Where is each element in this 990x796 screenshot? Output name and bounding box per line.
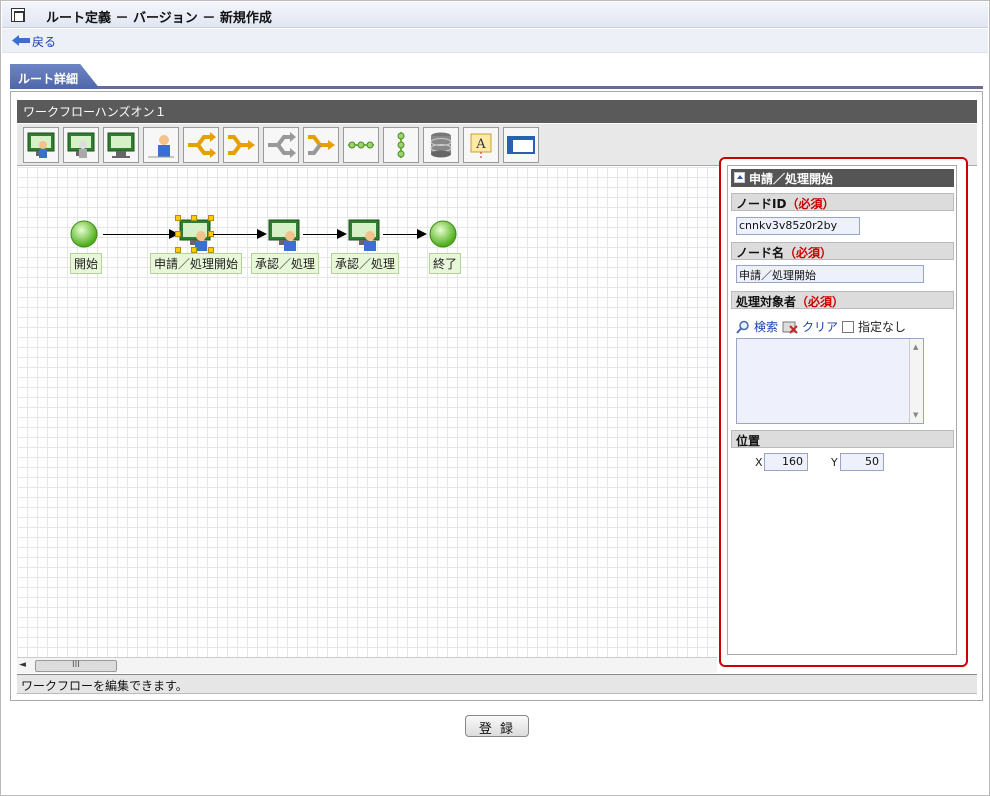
approve-node-2-label: 承認／処理 bbox=[331, 253, 400, 274]
workflow-canvas[interactable]: 開始 申請／処理開始 承認／処理 承認／処理 終了 bbox=[17, 167, 717, 657]
unspecified-checkbox[interactable] bbox=[842, 320, 855, 333]
node-properties-panel: 申請／処理開始 ノードID（必須） cnnkv3v85z0r2by ノード名（必… bbox=[719, 157, 968, 667]
node-name-field[interactable]: 申請／処理開始 bbox=[736, 265, 924, 283]
page-title: ルート定義 － バージョン － 新規作成 bbox=[46, 11, 272, 26]
properties-inner: 申請／処理開始 ノードID（必須） cnnkv3v85z0r2by ノード名（必… bbox=[727, 165, 957, 655]
approve-node-1[interactable] bbox=[268, 219, 300, 254]
back-arrow-icon[interactable] bbox=[12, 35, 32, 46]
required-mark: （必須） bbox=[796, 295, 845, 309]
start-node[interactable] bbox=[69, 219, 99, 252]
start-node-label: 開始 bbox=[70, 253, 103, 274]
parallel-icon[interactable] bbox=[383, 127, 419, 163]
sequence-icon[interactable] bbox=[343, 127, 379, 163]
required-mark: （必須） bbox=[786, 197, 835, 211]
position-header: 位置 bbox=[731, 430, 954, 448]
text-annotation-icon[interactable]: A bbox=[463, 127, 499, 163]
target-label: 処理対象者 bbox=[736, 295, 797, 309]
window-frame: ルート定義 － バージョン － 新規作成 戻る ルート詳細 ワークフローハンズオ… bbox=[0, 0, 990, 796]
svg-text:A: A bbox=[475, 137, 486, 152]
required-mark: （必須） bbox=[784, 246, 833, 260]
tab-strip: ルート詳細 bbox=[10, 64, 983, 89]
node-name-header: ノード名（必須） bbox=[731, 242, 954, 260]
node-id-header: ノードID（必須） bbox=[731, 193, 954, 211]
search-icon bbox=[736, 320, 749, 334]
route-detail-panel: ワークフローハンズオン１ A 開始 申請／処理開始 承認／処理 承認／処理 終了… bbox=[10, 91, 983, 701]
selection-handle[interactable] bbox=[191, 215, 197, 221]
position-label: 位置 bbox=[736, 434, 761, 448]
scroll-left-icon[interactable]: ◄ bbox=[19, 660, 26, 670]
branch-end-icon[interactable] bbox=[223, 127, 259, 163]
selection-handle[interactable] bbox=[208, 215, 214, 221]
x-label: X bbox=[755, 456, 763, 469]
node-id-field[interactable]: cnnkv3v85z0r2by bbox=[736, 217, 860, 235]
selection-handle[interactable] bbox=[175, 215, 181, 221]
y-field[interactable]: 50 bbox=[840, 453, 884, 471]
node-name-label: ノード名 bbox=[736, 246, 785, 260]
role-node-icon[interactable] bbox=[63, 127, 99, 163]
target-list[interactable]: ▲ ▼ bbox=[736, 338, 924, 424]
system-node-icon[interactable] bbox=[103, 127, 139, 163]
unspecified-label: 指定なし bbox=[858, 320, 907, 334]
collapse-icon[interactable] bbox=[734, 172, 745, 183]
target-list-scrollbar[interactable]: ▲ ▼ bbox=[909, 339, 923, 423]
target-header: 処理対象者（必須） bbox=[731, 291, 954, 309]
properties-title: 申請／処理開始 bbox=[731, 169, 954, 187]
status-bar: ワークフローを編集できます。 bbox=[17, 674, 977, 694]
target-actions: 検索 クリア 指定なし bbox=[736, 318, 906, 335]
database-icon[interactable] bbox=[423, 127, 459, 163]
join-start-icon[interactable] bbox=[263, 127, 299, 163]
page-icon bbox=[11, 8, 25, 22]
x-field[interactable]: 160 bbox=[764, 453, 808, 471]
clear-icon bbox=[782, 321, 798, 334]
person-icon[interactable] bbox=[143, 127, 179, 163]
join-end-icon[interactable] bbox=[303, 127, 339, 163]
tab-route-detail[interactable]: ルート詳細 bbox=[10, 64, 100, 89]
window-icon[interactable] bbox=[503, 127, 539, 163]
properties-title-text: 申請／処理開始 bbox=[749, 172, 834, 186]
node-id-label: ノードID bbox=[736, 197, 787, 211]
approve-node-2[interactable] bbox=[348, 219, 380, 254]
apply-node-label: 申請／処理開始 bbox=[150, 253, 243, 274]
back-link[interactable]: 戻る bbox=[32, 33, 56, 50]
workflow-name: ワークフローハンズオン１ bbox=[17, 100, 977, 123]
flow-arrow bbox=[103, 229, 179, 239]
user-node-icon[interactable] bbox=[23, 127, 59, 163]
clear-link[interactable]: クリア bbox=[802, 318, 838, 335]
branch-start-icon[interactable] bbox=[183, 127, 219, 163]
approve-node-1-label: 承認／処理 bbox=[251, 253, 320, 274]
y-label: Y bbox=[831, 456, 838, 469]
scroll-thumb[interactable]: III bbox=[35, 660, 117, 672]
flow-arrow bbox=[383, 229, 427, 239]
flow-arrow bbox=[213, 229, 267, 239]
back-bar: 戻る bbox=[2, 29, 988, 53]
register-button[interactable]: 登 録 bbox=[465, 715, 529, 737]
title-bar: ルート定義 － バージョン － 新規作成 bbox=[2, 2, 988, 28]
search-link[interactable]: 検索 bbox=[754, 318, 778, 335]
selection-handle[interactable] bbox=[175, 231, 181, 237]
end-node[interactable] bbox=[428, 219, 458, 252]
canvas-horizontal-scrollbar[interactable]: ◄ III bbox=[17, 657, 717, 673]
end-node-label: 終了 bbox=[429, 253, 462, 274]
flow-arrow bbox=[303, 229, 347, 239]
